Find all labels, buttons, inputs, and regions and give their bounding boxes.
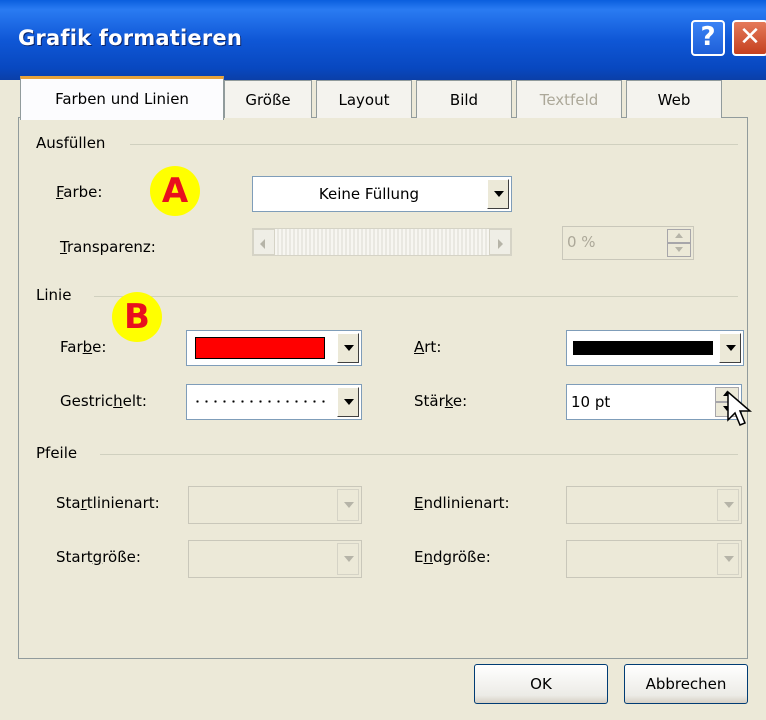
dash-label: Gestrichelt: xyxy=(60,392,147,410)
end-style-select xyxy=(566,486,742,524)
cancel-button[interactable]: Abbrechen xyxy=(624,664,748,704)
fill-group-label: Ausfüllen xyxy=(36,134,106,152)
chevron-down-icon xyxy=(717,489,739,521)
dialog-window: Grafik formatieren ? ✕ Farben und Linien… xyxy=(0,0,766,720)
slider-right-icon xyxy=(489,229,511,255)
tab-farben-und-linien[interactable]: Farben und Linien xyxy=(20,76,224,120)
line-color-label: Farbe: xyxy=(60,338,107,356)
close-icon: ✕ xyxy=(739,22,761,52)
arrows-group-label: Pfeile xyxy=(36,444,78,462)
line-group-label: Linie xyxy=(36,286,72,304)
begin-size-label: Startgröße: xyxy=(56,548,141,566)
chevron-down-icon[interactable] xyxy=(719,333,741,363)
mouse-cursor-icon xyxy=(727,390,753,426)
fill-color-select[interactable]: Keine Füllung xyxy=(252,176,512,212)
line-group-divider xyxy=(94,296,738,297)
tab-web[interactable]: Web xyxy=(626,80,722,118)
spin-down-icon xyxy=(667,243,691,257)
transparency-value: 0 % xyxy=(567,233,596,251)
begin-style-label: Startlinienart: xyxy=(56,494,160,512)
line-style-label: Art: xyxy=(414,338,442,356)
chevron-down-icon[interactable] xyxy=(487,179,509,209)
chevron-down-icon[interactable] xyxy=(337,387,359,417)
weight-label: Stärke: xyxy=(414,392,468,410)
ok-button[interactable]: OK xyxy=(474,664,608,704)
line-style-select[interactable] xyxy=(566,330,744,366)
arrows-group-divider xyxy=(100,454,738,455)
tab-groesse[interactable]: Größe xyxy=(224,80,312,118)
tab-textfeld: Textfeld xyxy=(516,80,622,118)
end-size-select xyxy=(566,540,742,578)
tab-bild[interactable]: Bild xyxy=(416,80,512,118)
line-color-select[interactable] xyxy=(186,330,362,366)
annotation-badge-b: B xyxy=(112,292,162,342)
fill-color-value: Keine Füllung xyxy=(318,185,420,203)
spin-up-icon xyxy=(667,229,691,243)
fill-color-label: Farbe: xyxy=(56,183,103,201)
dash-sample xyxy=(193,400,329,403)
tab-layout[interactable]: Layout xyxy=(316,80,412,118)
begin-size-select xyxy=(188,540,362,578)
line-color-swatch xyxy=(195,337,325,359)
dash-select[interactable] xyxy=(186,384,362,420)
chevron-down-icon[interactable] xyxy=(337,333,359,363)
slider-left-icon xyxy=(253,229,275,255)
help-button[interactable]: ? xyxy=(691,20,725,56)
weight-value[interactable]: 10 pt xyxy=(571,385,610,419)
close-button[interactable]: ✕ xyxy=(732,20,766,56)
transparency-label: Transparenz: xyxy=(60,238,156,256)
end-style-label: Endlinienart: xyxy=(414,494,510,512)
end-size-label: Endgröße: xyxy=(414,548,491,566)
weight-spinner[interactable]: 10 pt xyxy=(566,384,742,420)
line-style-sample xyxy=(573,341,713,355)
fill-group-divider xyxy=(130,144,738,145)
window-title: Grafik formatieren xyxy=(18,26,242,50)
chevron-down-icon xyxy=(337,543,359,575)
transparency-slider xyxy=(252,228,512,256)
transparency-spinner: 0 % xyxy=(562,226,694,260)
begin-style-select xyxy=(188,486,362,524)
chevron-down-icon xyxy=(717,543,739,575)
annotation-badge-a: A xyxy=(150,166,200,216)
chevron-down-icon xyxy=(337,489,359,521)
